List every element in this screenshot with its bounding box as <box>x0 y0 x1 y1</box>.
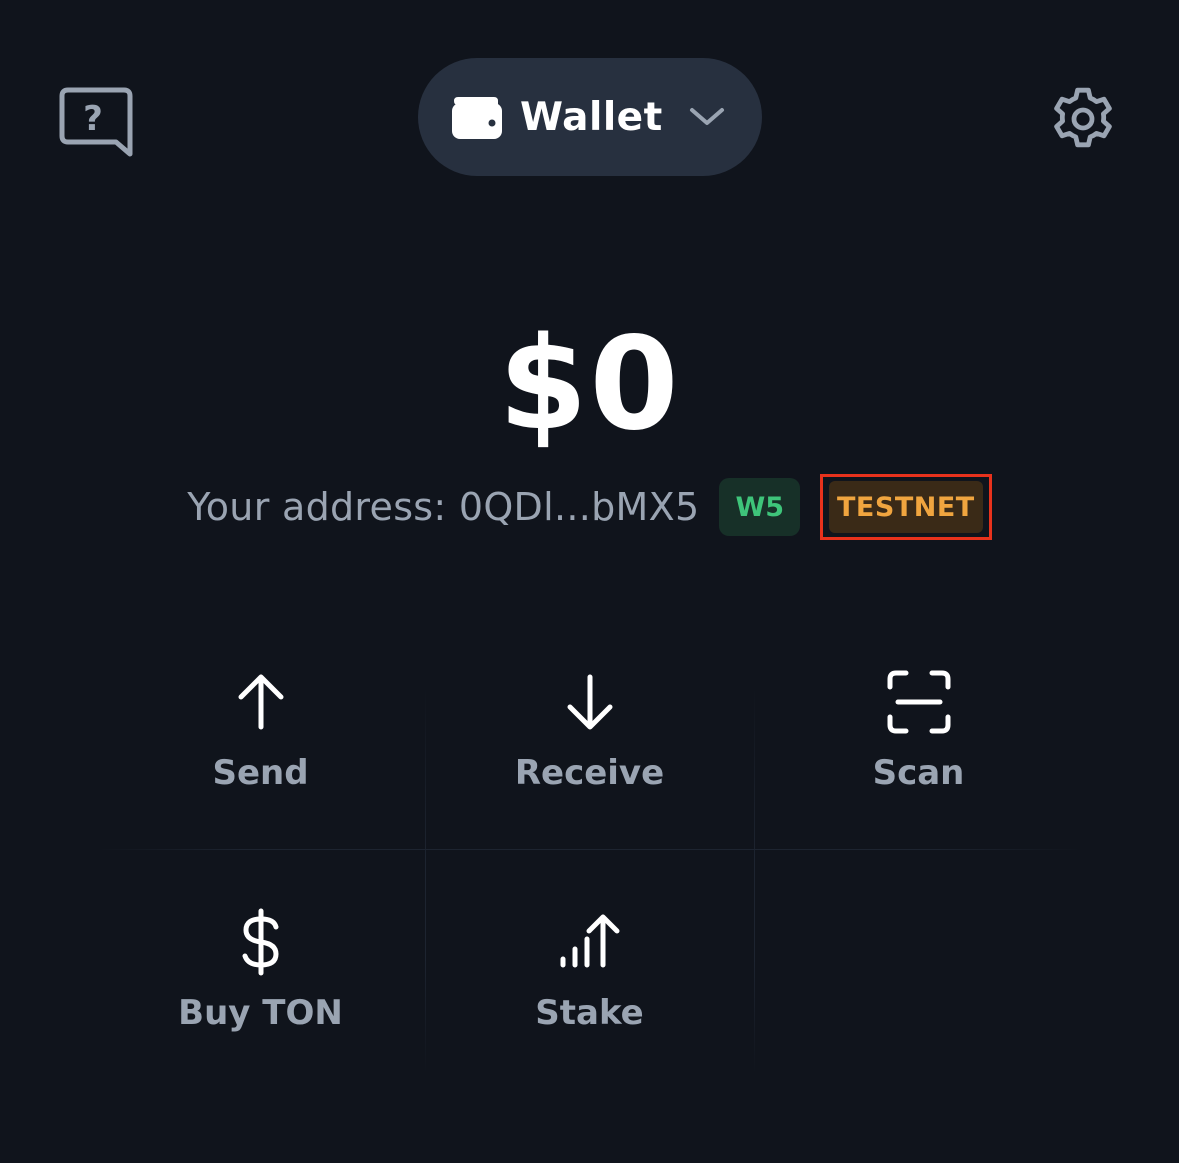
help-button[interactable]: ? <box>52 80 140 164</box>
address-row: Your address: 0QDl...bMX5 W5 TESTNET <box>0 474 1179 540</box>
receive-button[interactable]: Receive <box>425 625 754 855</box>
scan-button[interactable]: Scan <box>754 625 1083 855</box>
receive-label: Receive <box>514 753 665 793</box>
wallet-address[interactable]: Your address: 0QDl...bMX5 <box>187 485 699 529</box>
dollar-icon <box>242 908 278 976</box>
scan-label: Scan <box>872 753 965 793</box>
send-label: Send <box>212 753 309 793</box>
network-badge: TESTNET <box>829 481 983 533</box>
question-bubble-icon: ? <box>59 87 133 157</box>
buy-ton-button[interactable]: Buy TON <box>96 865 425 1095</box>
balance-amount: $0 <box>498 310 681 459</box>
stake-button[interactable]: Stake <box>425 865 754 1095</box>
stake-icon <box>560 914 619 968</box>
wallet-icon <box>452 97 502 139</box>
wallet-version-badge: W5 <box>719 478 801 536</box>
scan-icon <box>887 670 950 734</box>
svg-text:?: ? <box>83 99 103 139</box>
wallet-name: Wallet <box>520 94 663 140</box>
testnet-highlight: TESTNET <box>820 474 992 540</box>
action-grid: Send Receive Scan Buy TON Stake <box>96 625 1083 1085</box>
send-button[interactable]: Send <box>96 625 425 855</box>
buy-ton-label: Buy TON <box>178 993 343 1033</box>
arrow-up-icon <box>238 674 283 730</box>
stake-label: Stake <box>535 993 644 1033</box>
chevron-down-icon <box>689 108 724 125</box>
arrow-down-icon <box>567 674 612 730</box>
wallet-switcher[interactable]: Wallet <box>418 58 762 176</box>
gear-icon <box>1054 87 1112 148</box>
settings-button[interactable] <box>1040 76 1126 162</box>
